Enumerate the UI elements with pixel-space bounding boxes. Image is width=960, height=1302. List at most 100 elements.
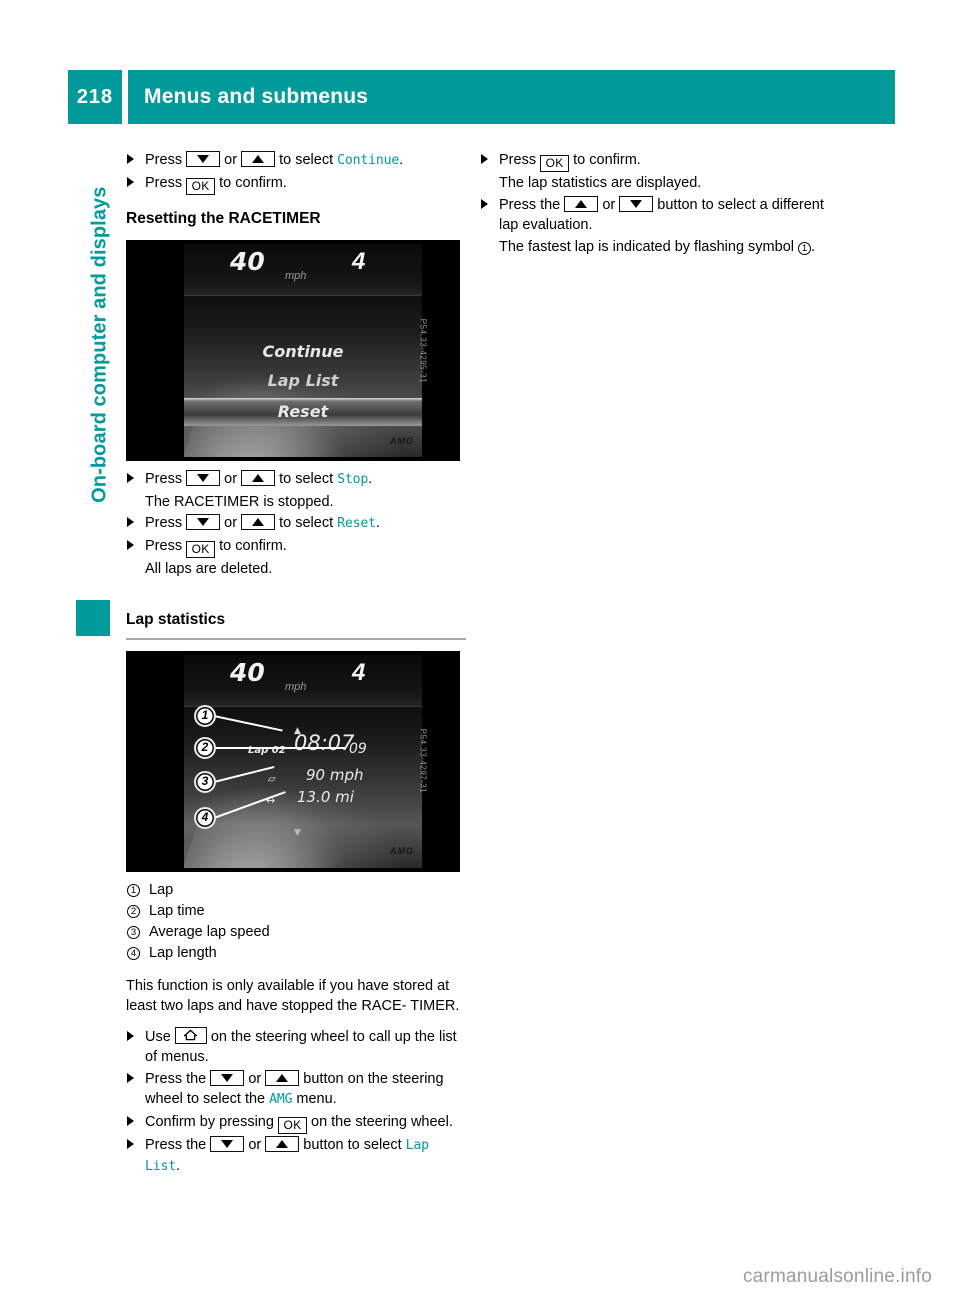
display-menu-item-reset[interactable]: Reset [184, 402, 422, 423]
step-text-pre: Press the [145, 1136, 207, 1153]
display-menu-item-lap-list[interactable]: Lap List [184, 371, 422, 392]
step-text-pre: Press [145, 471, 183, 487]
display-lap-time-decimals: 09 [349, 740, 367, 757]
down-arrow-button[interactable] [210, 1135, 245, 1152]
display-screenshot-lap-statistics: 40 mph 4 ▲ Lap 02 08:07 09 ⏥ 90 mph ↔ 13… [126, 650, 460, 872]
step-text-end: . [368, 471, 373, 487]
display-menu-item-continue[interactable]: Continue [184, 342, 422, 363]
up-arrow-button[interactable] [241, 470, 276, 486]
display-lap-length-value: 13.0 mi [297, 787, 354, 806]
callout-marker-4: 4 [194, 806, 216, 829]
ok-button[interactable]: OK [186, 540, 216, 558]
step-text-end: . [375, 515, 380, 531]
step-text-post: button to select [303, 1136, 402, 1153]
step-text-post: on the steering wheel. [311, 1113, 453, 1130]
step-press-ok-confirm-2: Press OK to confirm. [126, 536, 466, 558]
step-bullet-triangle-icon [481, 154, 488, 164]
display-speed-value: 40 [230, 657, 265, 687]
step-use-home-button: Use on the steering wheel to call up the… [126, 1026, 466, 1068]
step-press-ok-confirm: Press OK to confirm. [126, 173, 466, 195]
display-scroll-down-icon: ▼ [294, 827, 301, 838]
step-text-pre: Press [145, 515, 183, 531]
step-text-pre: Press [145, 174, 183, 191]
step-text-pre: Press the [145, 1070, 207, 1087]
legend-label: Lap length [149, 944, 217, 961]
step-text-mid: or [224, 515, 238, 531]
step-text-mid: or [602, 196, 616, 213]
step-text-pre: Press [145, 152, 183, 168]
display-speed-value: 40 [230, 247, 265, 276]
up-arrow-button[interactable] [265, 1135, 300, 1152]
display-lap-label: Lap 02 [248, 744, 286, 756]
down-arrow-button[interactable] [619, 195, 654, 212]
step-text-mid: or [248, 1136, 262, 1153]
step-press-ok-confirm-right: Press OK to confirm. [480, 150, 825, 172]
step-text-end: menu. [296, 1091, 337, 1107]
legend-item: 3 Average lap speed [126, 922, 466, 943]
up-arrow-button[interactable] [265, 1069, 300, 1086]
display-status-bar: 40 mph 4 [184, 654, 422, 707]
left-content-column: Press or to select Continue. Press OK to… [126, 150, 466, 1179]
page-title: Menus and submenus [128, 70, 895, 124]
display-screen-area: 40 mph 4 Continue Lap List Reset AMG [184, 244, 422, 457]
step-text-pre: Confirm by pressing [145, 1113, 274, 1130]
legend-label: Lap [149, 881, 174, 898]
note-text: The fastest lap is indicated by flashing… [499, 238, 794, 255]
page-header: 218 Menus and submenus [68, 70, 895, 124]
step-bullet-triangle-icon [127, 539, 134, 550]
up-arrow-button[interactable] [241, 151, 276, 167]
display-speed-unit: mph [285, 680, 307, 693]
figure-reference-code: P54.33-4295-31 [418, 318, 428, 383]
chapter-sidebar: On-board computer and displays [68, 187, 114, 660]
step-press-arrows-stop: Press or to select Stop. [126, 469, 466, 491]
step-confirm-ok-steering-wheel: Confirm by pressing OK on the steering w… [126, 1112, 466, 1134]
down-arrow-button[interactable] [186, 514, 221, 530]
menu-term-reset: Reset [337, 516, 376, 531]
display-gear-value: 4 [352, 658, 366, 686]
step-text-post: to select [279, 152, 334, 168]
step-bullet-triangle-icon [127, 473, 134, 483]
step-note-all-laps-deleted: All laps are deleted. [145, 560, 273, 577]
step-text-post: to select [279, 515, 334, 531]
page-number: 218 [68, 70, 122, 124]
down-arrow-button[interactable] [186, 151, 221, 167]
down-arrow-button[interactable] [210, 1069, 245, 1086]
ok-button[interactable]: OK [540, 155, 570, 172]
legend-item: 4 Lap length [126, 943, 466, 964]
circled-number-3-icon: 3 [127, 925, 140, 939]
step-bullet-triangle-icon [481, 198, 488, 209]
legend-item: 2 Lap time [126, 901, 466, 922]
step-text-post: to confirm. [219, 174, 287, 191]
step-text-pre: Press the [499, 196, 561, 213]
step-text-end: . [175, 1158, 180, 1174]
menu-term-amg: AMG [269, 1092, 293, 1107]
callout-marker-2: 2 [194, 736, 216, 759]
legend-label: Lap time [149, 902, 205, 919]
ok-button[interactable]: OK [277, 1116, 307, 1134]
down-arrow-button[interactable] [186, 470, 221, 486]
display-speed-unit: mph [285, 270, 307, 282]
step-text-post: to select [279, 471, 334, 487]
step-bullet-triangle-icon [127, 176, 134, 187]
display-screen-area: 40 mph 4 ▲ Lap 02 08:07 09 ⏥ 90 mph ↔ 13… [184, 654, 422, 868]
availability-note: This function is only available if you h… [126, 977, 460, 1015]
step-press-arrows-continue: Press or to select Continue. [126, 150, 466, 172]
display-gear-value: 4 [352, 248, 366, 275]
footer-watermark: carmanualsonline.info [742, 1266, 932, 1287]
display-lap-time: 08:07 [294, 730, 355, 755]
step-note-racetimer-stopped: The RACETIMER is stopped. [145, 493, 334, 510]
home-button[interactable] [174, 1026, 207, 1044]
callout-leader-1 [213, 714, 283, 732]
display-status-bar: 40 mph 4 [184, 244, 422, 296]
chapter-label: On-board computer and displays [88, 186, 111, 503]
step-text-mid: or [224, 471, 238, 487]
step-bullet-triangle-icon [127, 1030, 134, 1041]
note-text-end: . [811, 238, 816, 255]
ok-button[interactable]: OK [186, 177, 216, 195]
up-arrow-button[interactable] [241, 514, 276, 530]
step-note-lap-statistics-displayed: The lap statistics are displayed. [499, 175, 702, 191]
callout-leader-2 [214, 746, 346, 749]
up-arrow-button[interactable] [564, 195, 599, 212]
display-amg-logo: AMG [390, 435, 414, 446]
right-content-column: Press OK to confirm. The lap statistics … [480, 150, 825, 258]
